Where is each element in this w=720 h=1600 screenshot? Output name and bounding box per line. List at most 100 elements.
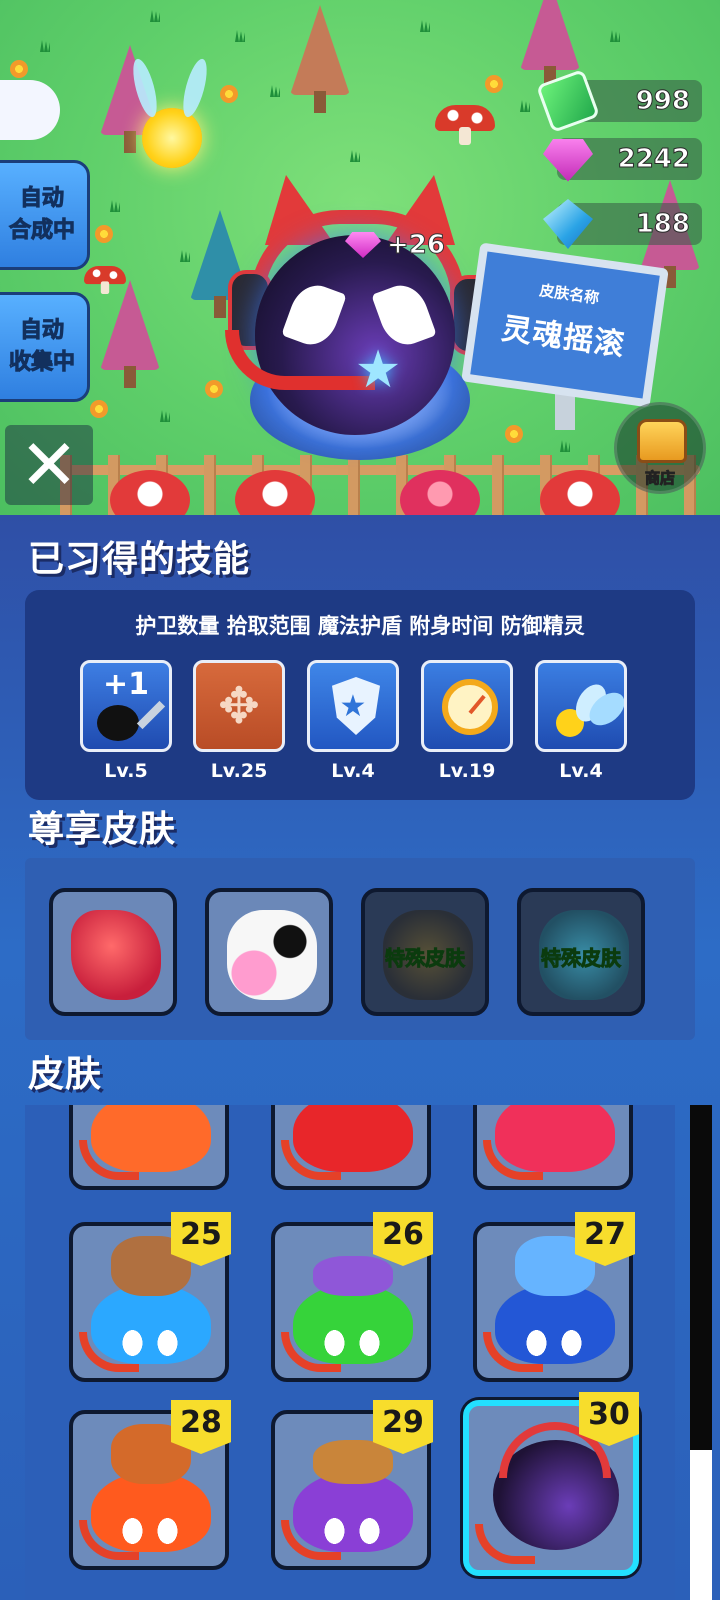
flower [95,225,113,243]
bomb-shape [97,705,139,741]
cat-ear-left [265,175,335,245]
auto-merge-label-1: 自动 [19,186,64,212]
gem-gain-popup: +26 [345,230,446,261]
pickup-range-icon: ✥ [193,660,285,752]
grass-tuft [110,200,120,212]
skin-swoosh [79,1520,139,1560]
grass-tuft [610,30,620,42]
flower [205,380,223,398]
premium-skins-title: 尊享皮肤 [28,809,177,850]
premium-skin-special-2[interactable]: 特殊皮肤 [517,888,645,1016]
shop-button[interactable]: 商店 [614,402,706,494]
grass-tuft [150,10,160,22]
stopwatch-icon [421,660,513,752]
expand-arrows: ✥ [218,677,260,735]
skill-magic-shield[interactable]: ★ Lv.4 [307,660,399,782]
skin-card-30-selected[interactable]: 30 [463,1392,639,1576]
skin-card-29[interactable]: 29 [271,1400,433,1570]
star-icon: ★ [354,340,402,400]
flower [505,425,523,443]
grass-tuft [350,150,360,162]
gem-value: 2242 [617,144,690,175]
skin-swoosh [475,1524,535,1564]
premium-skin-special-1[interactable]: 特殊皮肤 [361,888,489,1016]
burger-icon [313,1440,393,1484]
auto-collect-label-2: 收集中 [8,350,75,376]
auto-collect-button[interactable]: 自动 收集中 [0,292,90,402]
pink-gem-icon [543,139,593,182]
grass-tuft [270,85,280,97]
premium-skin-cow[interactable] [205,888,333,1016]
red-dragon-icon [71,910,161,1000]
mushroom [84,266,126,294]
grass-tuft [520,100,530,112]
skins-title: 皮肤 [28,1054,103,1095]
game-scene: ★ +26 皮肤名称 灵魂摇滚 998 2242 188 自动 合成中 自动 收… [0,0,720,515]
skin-card-25[interactable]: 25 [69,1212,231,1382]
special-skin-label: 特殊皮肤 [541,946,622,971]
skin-name-sign: 皮肤名称 灵魂摇滚 [461,242,669,408]
skill-level: Lv.25 [210,760,268,782]
skins-grid: 25 26 27 28 29 30 [25,1105,675,1600]
shop-label: 商店 [644,469,675,488]
brown-tree [290,5,350,115]
grass-tuft [160,410,170,422]
auto-collect-label-1: 自动 [19,318,64,344]
skill-names: 护卫数量 拾取范围 魔法护盾 附身时间 防御精灵 [135,614,585,638]
skin-swoosh [483,1332,543,1372]
skin-swoosh [79,1140,139,1180]
crystal-counter: 188 [543,199,702,249]
special-skin-label: 特殊皮肤 [385,946,466,971]
skill-guard-count[interactable]: +1 Lv.5 [80,660,172,782]
skin-card[interactable] [271,1105,431,1190]
pet-wing [178,56,212,120]
skill-possession-time[interactable]: Lv.19 [421,660,513,782]
skill-level: Lv.5 [104,760,148,782]
grass-tuft [235,30,245,42]
cow-icon [227,910,317,1000]
cash-counter: 998 [535,68,702,134]
level-badge: 26 [373,1212,433,1266]
grass-tuft [40,40,50,52]
skin-card-27[interactable]: 27 [473,1212,635,1382]
scrollbar-thumb[interactable] [690,1450,712,1600]
guard-count-icon: +1 [80,660,172,752]
auto-merge-button[interactable]: 自动 合成中 [0,160,90,270]
ufo-alien-icon [313,1256,393,1296]
skins-scrollbar[interactable] [690,1105,712,1600]
flower [220,85,238,103]
skin-swoosh [281,1140,341,1180]
skin-swoosh [79,1332,139,1372]
pink-tree [100,280,160,390]
blue-crystal-icon [543,199,593,249]
premium-skin-dragon[interactable] [49,888,177,1016]
skill-level: Lv.19 [438,760,496,782]
skin-swoosh [483,1140,543,1180]
stopwatch-face [442,679,498,735]
skill-level: Lv.4 [331,760,375,782]
skill-level: Lv.4 [559,760,603,782]
grass-tuft [180,250,190,262]
skill-pickup-range[interactable]: ✥ Lv.25 [193,660,285,782]
mushroom [435,105,495,145]
flower [90,400,108,418]
gain-amount: +26 [387,230,446,261]
guardian-spirit-icon [535,660,627,752]
crystal-value: 188 [635,209,690,240]
close-icon[interactable]: ✕ [5,425,93,505]
grass-tuft [420,20,430,32]
skill-guardian-spirit[interactable]: Lv.4 [535,660,627,782]
premium-skins-box: 特殊皮肤 特殊皮肤 [25,858,695,1040]
skin-card[interactable] [69,1105,229,1190]
skin-card[interactable] [473,1105,633,1190]
cloud [0,80,60,140]
skin-card-28[interactable]: 28 [69,1400,231,1570]
skin-swoosh [281,1332,341,1372]
skin-card-26[interactable]: 26 [271,1212,433,1382]
grass-tuft [560,440,570,452]
flower [485,75,503,93]
skills-box: 护卫数量 拾取范围 魔法护盾 附身时间 防御精灵 +1 Lv.5 ✥ Lv.25… [25,590,695,800]
skin-swoosh [281,1520,341,1560]
magic-shield-icon: ★ [307,660,399,752]
auto-merge-label-2: 合成中 [8,218,75,244]
